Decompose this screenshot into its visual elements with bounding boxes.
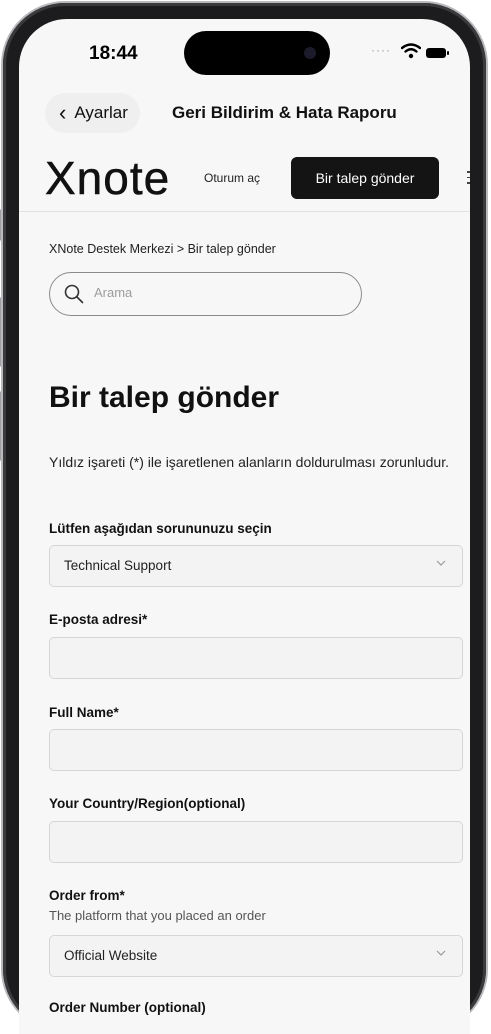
xnote-logo[interactable]: Xnote: [45, 151, 170, 205]
camera-icon: [304, 47, 316, 59]
signal-icon: ····: [371, 43, 391, 57]
chevron-down-icon: [436, 560, 446, 566]
required-note: Yıldız işareti (*) ile işaretlenen alanl…: [49, 454, 449, 470]
order-from-label: Order from*: [49, 888, 125, 903]
breadcrumb[interactable]: XNote Destek Merkezi > Bir talep gönder: [49, 242, 276, 256]
hamburger-menu-icon[interactable]: [467, 171, 470, 185]
issue-select[interactable]: Technical Support: [49, 545, 463, 587]
search-icon: [64, 284, 84, 304]
order-from-hint: The platform that you placed an order: [49, 908, 266, 923]
order-from-select-value: Official Website: [64, 948, 158, 963]
nav-title: Geri Bildirim & Hata Raporu: [172, 103, 397, 122]
page-title: Bir talep gönder: [49, 381, 280, 414]
email-field[interactable]: [49, 637, 463, 679]
battery-icon: [426, 48, 449, 58]
status-icons: ····: [371, 43, 451, 63]
back-button-label: Ayarlar: [74, 103, 128, 122]
submit-request-button[interactable]: Bir talep gönder: [291, 157, 439, 199]
country-label: Your Country/Region(optional): [49, 796, 246, 811]
chevron-left-icon: ‹: [59, 100, 67, 125]
status-time: 18:44: [89, 43, 138, 64]
back-button[interactable]: ‹ Ayarlar: [45, 93, 140, 133]
nav-bar: ‹ Ayarlar Geri Bildirim & Hata Raporu: [19, 91, 470, 135]
site-header: Xnote Oturum aç Bir talep gönder: [19, 149, 470, 212]
issue-select-value: Technical Support: [64, 558, 172, 573]
search-placeholder: Arama: [94, 285, 133, 300]
email-label: E-posta adresi*: [49, 612, 148, 627]
order-number-label: Order Number (optional): [49, 1000, 206, 1015]
issue-label: Lütfen aşağıdan sorununuzu seçin: [49, 521, 272, 536]
wifi-icon: [401, 43, 421, 59]
full-name-label: Full Name*: [49, 705, 119, 720]
status-bar: 18:44 ····: [19, 19, 470, 83]
dynamic-island: [184, 31, 330, 75]
search-input[interactable]: Arama: [49, 272, 362, 316]
country-field[interactable]: [49, 821, 463, 863]
phone-screen: 18:44 ···· ‹ Ayarlar Geri Bildirim & Hat…: [19, 19, 470, 1034]
sign-in-link[interactable]: Oturum aç: [204, 171, 260, 185]
full-name-field[interactable]: [49, 729, 463, 771]
order-from-select[interactable]: Official Website: [49, 935, 463, 977]
chevron-down-icon: [436, 950, 446, 956]
